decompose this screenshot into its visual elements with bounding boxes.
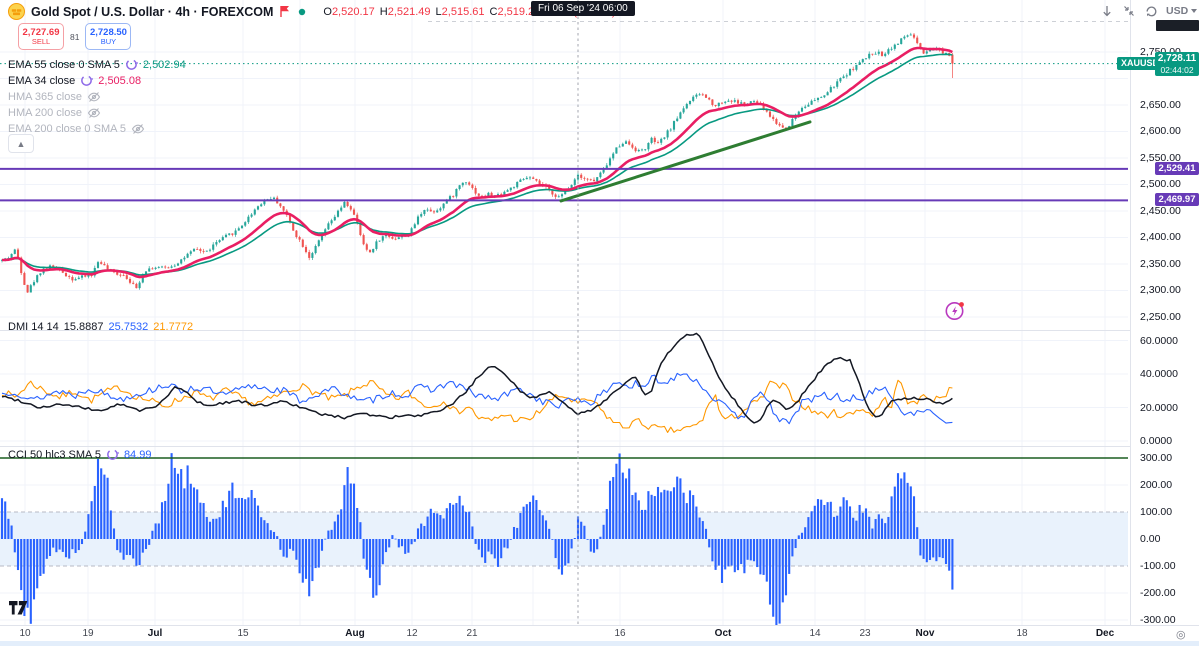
clipped-price-label	[1156, 20, 1199, 31]
indicator-name: EMA 55 close 0 SMA 5	[8, 58, 120, 71]
buy-button[interactable]: 2,728.50 BUY	[85, 23, 132, 50]
price-scale-label: 2,250.00	[1140, 311, 1181, 323]
indicator-name: EMA 34 close	[8, 74, 76, 87]
price-scale-label: 40.0000	[1140, 368, 1178, 380]
currency-unit-button[interactable]: USD	[1164, 5, 1199, 17]
time-scale-label: Nov	[915, 628, 935, 639]
dmi-minus-di-value: 21.7772	[153, 320, 194, 333]
price-scale-label: 2,300.00	[1140, 284, 1181, 296]
time-scale-label: 10	[19, 628, 31, 639]
cci-legend[interactable]: CCI 50 hlc3 SMA 5 84.99	[8, 447, 151, 462]
time-scale-label: 21	[466, 628, 478, 639]
price-scale-label: 0.0000	[1140, 435, 1173, 447]
chevron-down-icon	[1191, 9, 1198, 13]
sell-button[interactable]: 2,727.69 SELL	[18, 23, 64, 50]
price-scale-label: 2,350.00	[1140, 258, 1181, 270]
level-price-badge: 2,469.97	[1155, 193, 1199, 206]
dmi-adx-value: 15.8887	[63, 320, 104, 333]
time-scale-label: 15	[237, 628, 249, 639]
bar-countdown: 02:44:02	[1160, 65, 1194, 75]
legend-collapse-button[interactable]: ▲	[8, 134, 34, 153]
price-scale-label: 2,400.00	[1140, 231, 1181, 243]
buy-sell-widget: 2,727.69 SELL 81 2,728.50 BUY	[18, 23, 132, 50]
indicator-value: 2,502.94	[142, 58, 186, 71]
symbol-header: Gold Spot / U.S. Dollar · 4h · FOREXCOM …	[8, 3, 616, 20]
cci-value: 84.99	[123, 448, 152, 461]
dmi-plus-di-value: 25.7532	[108, 320, 149, 333]
current-price-badge: 2,728.11 02:44:02	[1155, 52, 1199, 76]
indicator-legend-row[interactable]: HMA 365 close	[8, 89, 101, 104]
price-scale-label: 2,600.00	[1140, 125, 1181, 137]
price-scale-label: 2,450.00	[1140, 205, 1181, 217]
price-scale-label: 300.00	[1140, 452, 1173, 464]
tradingview-chart-window: { "header": { "symbol_title": "Gold Spot…	[0, 0, 1199, 646]
loading-spinner-icon	[126, 59, 138, 70]
loading-spinner-icon	[107, 449, 119, 460]
indicator-name: HMA 365 close	[8, 90, 82, 103]
time-scale-label: Aug	[345, 628, 365, 639]
spread-value: 81	[70, 31, 80, 42]
time-scale-label: Dec	[1095, 628, 1115, 639]
indicator-name: HMA 200 close	[8, 107, 82, 120]
eye-off-icon[interactable]	[87, 91, 101, 103]
indicator-value: 2,505.08	[98, 74, 142, 87]
time-scale-label: 18	[1016, 628, 1028, 639]
collapse-pane-button[interactable]	[1120, 3, 1138, 19]
flag-icon[interactable]	[279, 5, 291, 18]
eye-off-icon[interactable]	[87, 107, 101, 119]
price-scale-label: -200.00	[1140, 587, 1176, 599]
price-scale-label: 100.00	[1140, 506, 1173, 518]
time-scale-label: 19	[82, 628, 94, 639]
indicator-legend-row[interactable]: EMA 34 close 2,505.08	[8, 73, 141, 88]
eye-off-icon[interactable]	[131, 123, 145, 135]
move-pane-down-button[interactable]	[1098, 3, 1116, 19]
price-scale-label: 20.0000	[1140, 402, 1178, 414]
boost-icon[interactable]	[944, 300, 966, 322]
symbol-title[interactable]: Gold Spot / U.S. Dollar · 4h · FOREXCOM	[31, 5, 273, 19]
time-scale-label: 12	[406, 628, 418, 639]
price-scale-label: 2,650.00	[1140, 99, 1181, 111]
crosshair-time-tooltip: Fri 06 Sep '24 06:00	[531, 1, 635, 16]
pane-toolbar: USD	[1098, 3, 1199, 19]
price-scale-label: 60.0000	[1140, 335, 1178, 347]
restore-pane-button[interactable]	[1142, 3, 1160, 19]
indicator-legend-row[interactable]: HMA 200 close	[8, 106, 101, 121]
price-scale[interactable]	[1130, 0, 1199, 646]
loading-spinner-icon	[81, 75, 94, 87]
tradingview-logo[interactable]	[9, 601, 31, 621]
time-scale-label: Jul	[147, 628, 163, 639]
time-axis-settings-icon[interactable]: ◎	[1176, 628, 1186, 641]
current-price: 2,728.11	[1157, 53, 1197, 64]
price-scale-label: -100.00	[1140, 560, 1176, 572]
time-scale-label: 16	[614, 628, 626, 639]
level-price-badge: 2,529.41	[1155, 162, 1199, 175]
price-scale-label: 2,500.00	[1140, 178, 1181, 190]
gold-coin-icon	[8, 3, 25, 20]
indicator-legend-row[interactable]: EMA 55 close 0 SMA 5 2,502.94	[8, 57, 186, 72]
price-scale-label: 200.00	[1140, 479, 1173, 491]
market-open-dot-icon[interactable]	[297, 7, 307, 17]
dmi-legend[interactable]: DMI 14 14 15.8887 25.7532 21.7772	[8, 319, 193, 334]
time-scale-label: 14	[809, 628, 821, 639]
bottom-strip	[0, 641, 1199, 646]
time-scale-label: 23	[859, 628, 871, 639]
price-scale-label: 0.00	[1140, 533, 1161, 545]
time-scale-label: Oct	[714, 628, 732, 639]
